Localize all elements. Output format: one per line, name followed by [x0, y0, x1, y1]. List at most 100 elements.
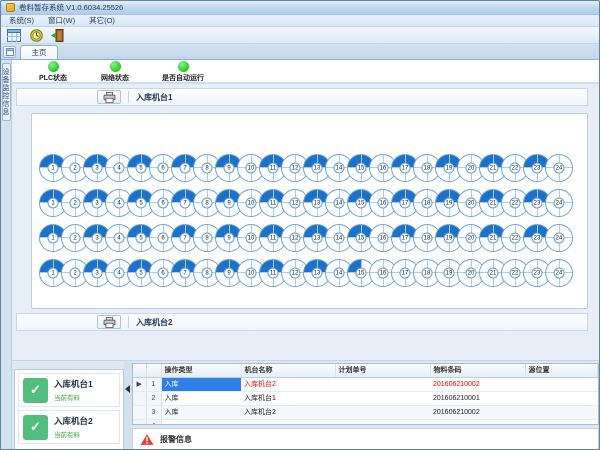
slot-number: 16 [378, 162, 389, 173]
table-cell[interactable]: 201606210002 [430, 377, 525, 391]
storage-slot-1-24: 24 [545, 154, 573, 182]
slot-number: 21 [488, 232, 499, 243]
column-header[interactable]: 物料条码 [430, 364, 525, 377]
slot-number: 22 [510, 162, 521, 173]
table-cell[interactable]: 201606210002 [430, 405, 525, 419]
slot-row-2: 123456789101112131415161718192021222324 [37, 185, 582, 220]
autorun-status: 是否自动运行 [146, 60, 220, 83]
table-cell[interactable]: 入库 [161, 405, 241, 419]
panel-splitter[interactable] [124, 361, 132, 450]
table-cell[interactable] [525, 419, 598, 425]
exit-door-icon[interactable] [50, 28, 66, 43]
table-cell[interactable] [161, 419, 241, 425]
table-cell[interactable] [335, 419, 430, 425]
slot-number: 3 [92, 197, 103, 208]
table-cell[interactable]: 4 [146, 419, 161, 425]
column-header[interactable]: 操作类型 [161, 364, 241, 377]
column-header[interactable]: 源位置 [525, 364, 598, 377]
table-cell[interactable]: ▶ [133, 377, 146, 391]
slot-number: 19 [444, 162, 455, 173]
table-cell[interactable] [525, 377, 598, 391]
table-cell[interactable]: 入库机台1 [241, 391, 335, 405]
table-cell[interactable] [241, 419, 335, 425]
machine1-title: 入库机台1 [136, 92, 172, 103]
app-icon [6, 3, 15, 12]
machine-card-1[interactable]: ✓ 入库机台1 当前有料 [18, 373, 120, 407]
slot-number: 5 [136, 267, 147, 278]
machine-card-title: 入库机台1 [54, 378, 93, 390]
table-cell[interactable] [133, 419, 146, 425]
left-dock-strip: 设备监控信息 [1, 60, 12, 450]
table-cell[interactable]: 3 [146, 405, 161, 419]
slot-number: 17 [400, 197, 411, 208]
table-row[interactable]: 2入库入库机台1 201606210001 [133, 391, 598, 405]
table-cell[interactable]: 入库机台2 [241, 405, 335, 419]
slot-number: 18 [422, 162, 433, 173]
check-icon: ✓ [23, 378, 48, 403]
slot-number: 18 [422, 232, 433, 243]
slot-number: 1 [48, 232, 59, 243]
table-cell[interactable]: 2 [146, 391, 161, 405]
table-row[interactable]: 3入库入库机台2 201606210002 [133, 405, 598, 419]
slot-number: 13 [312, 232, 323, 243]
column-header[interactable]: 机台名称 [241, 364, 335, 377]
plc-status: PLC状态 [22, 60, 84, 83]
table-cell[interactable] [430, 419, 525, 425]
table-cell[interactable]: 1 [146, 377, 161, 391]
window-list-icon[interactable] [3, 46, 16, 58]
slot-number: 15 [356, 232, 367, 243]
menu-window[interactable]: 窗口(W) [48, 15, 75, 26]
slot-number: 16 [378, 197, 389, 208]
side-panel-tab[interactable]: 设备监控信息 [2, 63, 11, 121]
table-row[interactable]: ▶1入库入库机台2 201606210002 [133, 377, 598, 391]
slot-number: 9 [224, 267, 235, 278]
storage-slot-3-24: 24 [545, 224, 573, 252]
slot-number: 13 [312, 197, 323, 208]
table-cell[interactable]: 入库 [161, 391, 241, 405]
clock-icon[interactable] [28, 28, 44, 43]
slot-number: 21 [488, 197, 499, 208]
slot-row-1: 123456789101112131415161718192021222324 [37, 150, 582, 185]
slot-number: 14 [334, 197, 345, 208]
slot-number: 21 [488, 267, 499, 278]
table-cell[interactable] [525, 391, 598, 405]
slot-number: 8 [202, 162, 213, 173]
slot-row-3: 123456789101112131415161718192021222324 [37, 220, 582, 255]
slot-number: 2 [70, 232, 81, 243]
tab-home[interactable]: 主页 [20, 45, 58, 59]
slot-number: 2 [70, 162, 81, 173]
slot-number: 6 [158, 162, 169, 173]
network-status-lamp-icon [110, 61, 121, 72]
alarm-panel[interactable]: 报警信息 [132, 428, 599, 450]
slot-number: 7 [180, 267, 191, 278]
slot-number: 15 [356, 197, 367, 208]
table-cell[interactable] [525, 405, 598, 419]
slot-number: 1 [48, 197, 59, 208]
table-cell[interactable] [133, 405, 146, 419]
table-cell[interactable] [335, 405, 430, 419]
table-row[interactable]: 4 [133, 419, 598, 425]
table-cell[interactable]: 入库 [161, 377, 241, 391]
table-cell[interactable] [133, 391, 146, 405]
print-button-2[interactable] [97, 315, 121, 329]
schedule-table-icon[interactable] [6, 28, 22, 43]
slot-number: 22 [510, 267, 521, 278]
machine-card-2[interactable]: ✓ 入库机台2 当前有料 [18, 410, 120, 444]
slot-number: 11 [268, 232, 279, 243]
slot-number: 19 [444, 232, 455, 243]
table-cell[interactable] [335, 391, 430, 405]
slot-number: 4 [114, 267, 125, 278]
table-cell[interactable] [335, 377, 430, 391]
table-cell[interactable]: 201606210001 [430, 391, 525, 405]
slot-row-4: 123456789101112131415161718192021222324 [37, 255, 582, 290]
slot-number: 10 [246, 197, 257, 208]
menu-other[interactable]: 其它(O) [89, 15, 115, 26]
slot-number: 9 [224, 197, 235, 208]
slot-number: 4 [114, 197, 125, 208]
column-header[interactable]: 计划单号 [335, 364, 430, 377]
slot-number: 20 [466, 197, 477, 208]
menu-system[interactable]: 系统(S) [9, 15, 34, 26]
print-button[interactable] [97, 90, 121, 104]
table-cell[interactable]: 入库机台2 [241, 377, 335, 391]
slot-number: 9 [224, 232, 235, 243]
